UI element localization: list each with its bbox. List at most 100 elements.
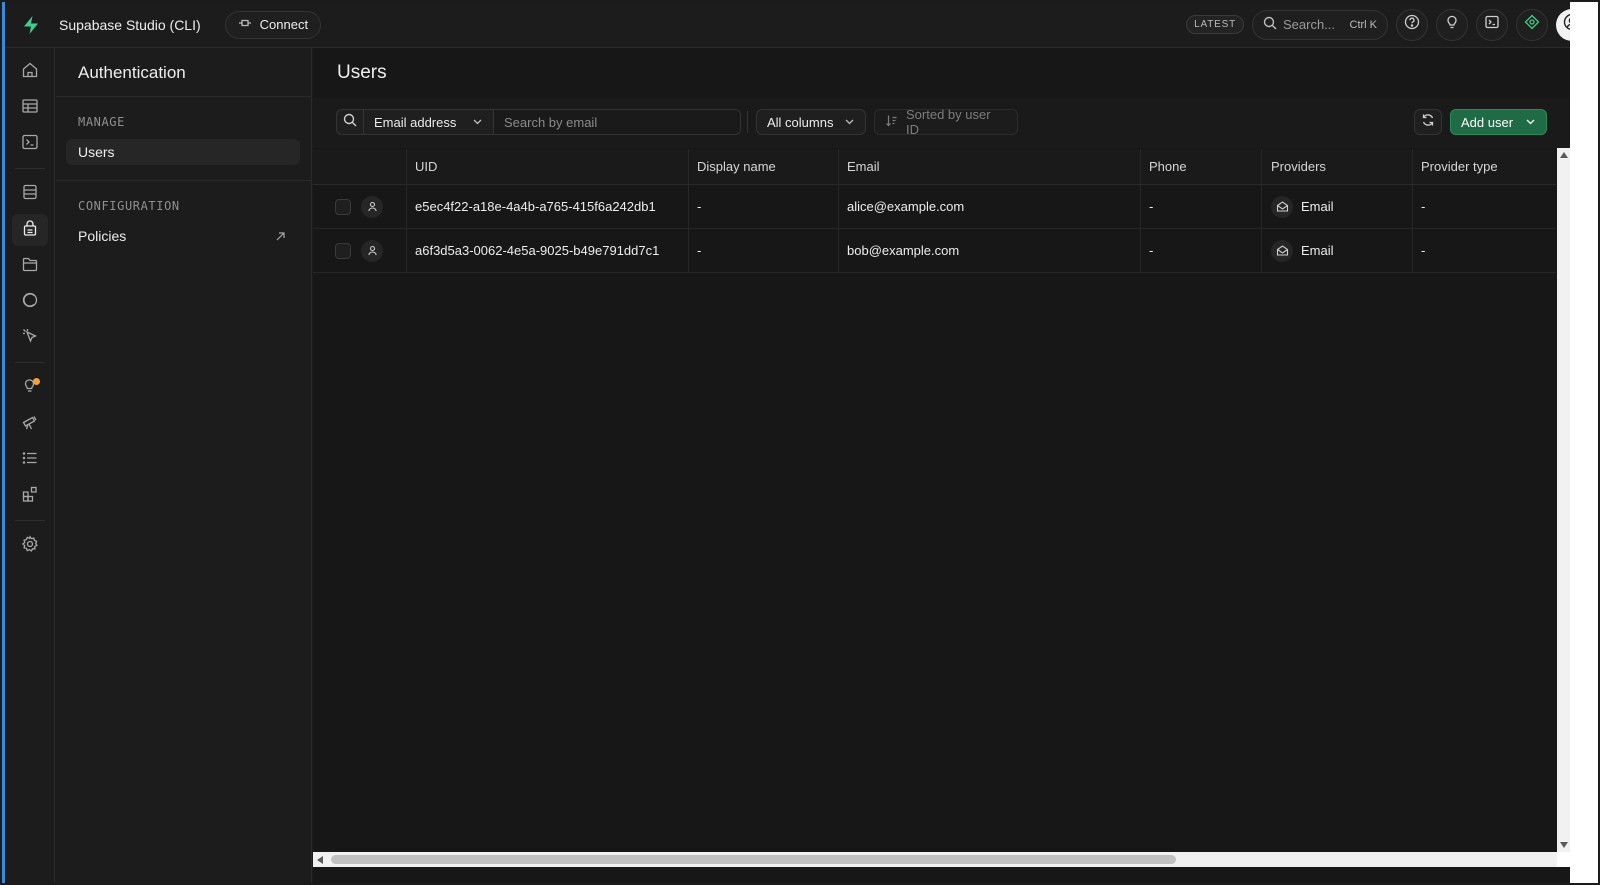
select-column-header — [313, 149, 407, 184]
top-bar: Supabase Studio (CLI) Connect LATEST Sea… — [5, 2, 1598, 48]
email-cell: bob@example.com — [839, 229, 1141, 272]
sort-label: Sorted by user ID — [906, 107, 991, 137]
rail-advisors[interactable] — [12, 372, 48, 404]
assistant-button[interactable] — [1516, 8, 1548, 41]
rail-settings[interactable] — [12, 530, 48, 562]
uid-cell: e5ec4f22-a18e-4a4b-a765-415f6a242db1 — [407, 185, 689, 228]
column-header-providers[interactable]: Providers — [1262, 149, 1413, 184]
scroll-left-arrow-icon[interactable] — [317, 856, 323, 864]
columns-label: All columns — [767, 114, 834, 130]
sidebar-item-users[interactable]: Users — [66, 139, 300, 165]
rail-table-editor[interactable] — [12, 92, 48, 124]
scroll-up-arrow-icon[interactable] — [1560, 152, 1568, 158]
toolbar-separator — [747, 111, 748, 133]
vertical-scrollbar[interactable] — [1557, 148, 1570, 852]
row-checkbox[interactable] — [335, 198, 351, 215]
column-header-phone[interactable]: Phone — [1141, 149, 1262, 184]
row-select-cell — [313, 185, 407, 228]
providers-cell: Email — [1262, 185, 1413, 228]
integrations-icon — [21, 485, 39, 508]
table-row[interactable]: a6f3d5a3-0062-4e5a-9025-b49e791dd7c1 - b… — [313, 229, 1556, 273]
rail-home[interactable] — [12, 56, 48, 88]
connect-label: Connect — [259, 17, 309, 32]
column-header-provider-type[interactable]: Provider type — [1413, 149, 1556, 184]
horizontal-scrollbar-thumb[interactable] — [331, 855, 1176, 864]
external-link-icon — [275, 231, 286, 242]
users-toolbar: Email address All columns Sorted by us — [313, 98, 1598, 148]
sql-editor-icon — [21, 133, 39, 156]
column-header-uid[interactable]: UID — [407, 149, 689, 184]
add-user-button[interactable]: Add user — [1450, 109, 1547, 135]
sort-button[interactable]: Sorted by user ID — [874, 107, 1018, 137]
table-editor-icon — [21, 97, 39, 120]
users-table: UID Display name Email Phone Providers P… — [313, 149, 1556, 273]
scrollbar-corner — [1557, 852, 1570, 867]
rail-reports[interactable] — [12, 408, 48, 440]
email-filter-group: Email address — [336, 109, 741, 135]
rail-sql-editor[interactable] — [12, 128, 48, 160]
terminal-button[interactable] — [1476, 8, 1508, 41]
supabase-logo-icon[interactable] — [13, 2, 49, 48]
refresh-button[interactable] — [1414, 109, 1442, 135]
rail-authentication[interactable] — [12, 214, 48, 246]
rail-edge-functions[interactable] — [12, 322, 48, 354]
chevron-down-icon — [1525, 115, 1536, 130]
sidebar-divider — [56, 180, 312, 181]
realtime-icon — [21, 291, 39, 314]
rail-separator — [15, 520, 45, 521]
authentication-icon — [21, 219, 39, 242]
sidebar-item-policies[interactable]: Policies — [66, 223, 300, 249]
sidebar-item-label: Policies — [78, 228, 127, 244]
window-edge-right — [1570, 2, 1598, 883]
command-search-button[interactable]: Search... Ctrl K — [1252, 9, 1388, 40]
whats-new-button[interactable] — [1436, 8, 1468, 41]
provider-type-cell: - — [1421, 199, 1426, 214]
refresh-icon — [1421, 113, 1435, 132]
uid-cell: a6f3d5a3-0062-4e5a-9025-b49e791dd7c1 — [407, 229, 689, 272]
rail-separator — [15, 362, 45, 363]
provider-type-cell: - — [1421, 243, 1426, 258]
horizontal-scrollbar[interactable] — [313, 852, 1570, 867]
sidebar-title: Authentication — [78, 63, 186, 82]
row-select-cell — [313, 229, 407, 272]
storage-icon — [21, 255, 39, 278]
display-name-cell: - — [689, 185, 839, 228]
search-by-email-input[interactable] — [494, 110, 740, 134]
sidebar-item-label: Users — [78, 144, 115, 160]
edge-functions-icon — [21, 327, 39, 350]
all-columns-dropdown[interactable]: All columns — [756, 109, 866, 135]
chevron-down-icon — [844, 115, 855, 130]
section-label-configuration: CONFIGURATION — [78, 199, 180, 213]
filter-field-select[interactable]: Email address — [364, 110, 494, 134]
phone-cell: - — [1141, 229, 1262, 272]
table-row[interactable]: e5ec4f22-a18e-4a4b-a765-415f6a242db1 - a… — [313, 185, 1556, 229]
table-header-row: UID Display name Email Phone Providers P… — [313, 149, 1556, 185]
app-window: Supabase Studio (CLI) Connect LATEST Sea… — [0, 0, 1600, 885]
rail-database[interactable] — [12, 178, 48, 210]
terminal-icon — [1484, 14, 1500, 35]
providers-cell: Email — [1262, 229, 1413, 272]
main-content: Users Email address All columns — [313, 48, 1598, 883]
scroll-down-arrow-icon[interactable] — [1560, 842, 1568, 848]
auth-sidebar: Authentication MANAGE Users CONFIGURATIO… — [56, 48, 312, 883]
filter-search-button[interactable] — [337, 110, 364, 134]
column-header-display-name[interactable]: Display name — [689, 149, 839, 184]
connect-button[interactable]: Connect — [224, 10, 322, 39]
help-button[interactable] — [1396, 8, 1428, 41]
rail-storage[interactable] — [12, 250, 48, 282]
settings-icon — [21, 534, 39, 558]
rail-realtime[interactable] — [12, 286, 48, 318]
column-header-email[interactable]: Email — [839, 149, 1141, 184]
mail-icon — [1271, 195, 1293, 218]
section-label-manage: MANAGE — [78, 115, 125, 129]
search-icon — [343, 113, 357, 132]
row-checkbox[interactable] — [335, 242, 351, 259]
help-icon — [1404, 14, 1420, 35]
rail-logs[interactable] — [12, 444, 48, 476]
home-icon — [21, 61, 39, 84]
rail-integrations[interactable] — [12, 480, 48, 512]
filter-field-label: Email address — [374, 114, 457, 130]
email-cell: alice@example.com — [839, 185, 1141, 228]
latest-badge: LATEST — [1186, 15, 1244, 34]
mail-icon — [1271, 239, 1293, 262]
